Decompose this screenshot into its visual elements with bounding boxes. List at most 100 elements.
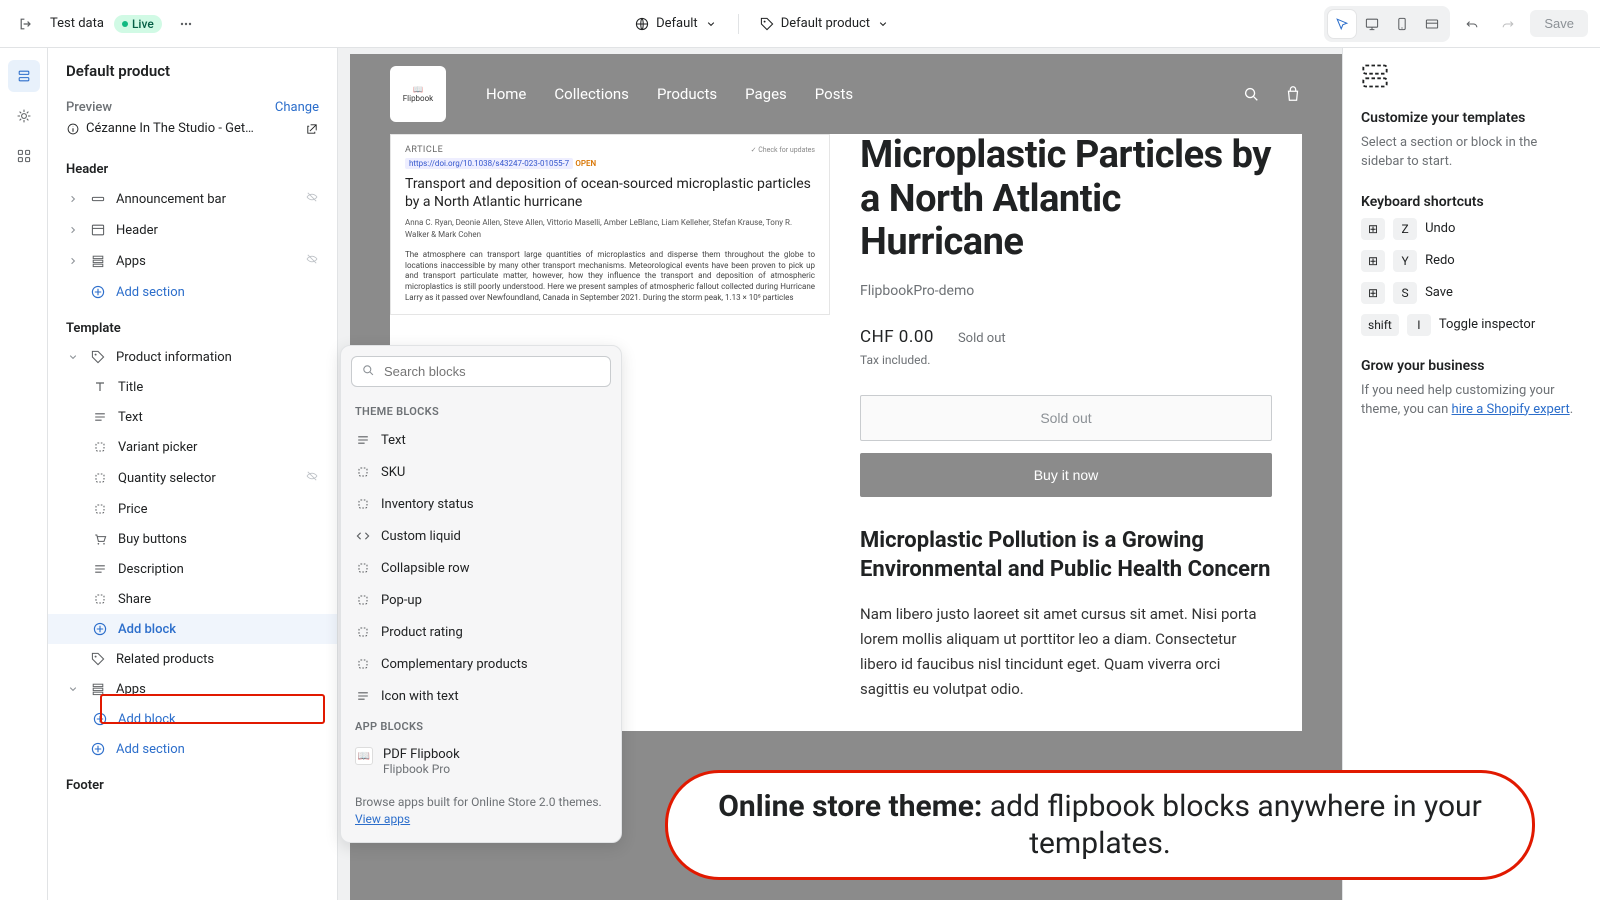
title-icon bbox=[92, 379, 108, 395]
store-nav-pages[interactable]: Pages bbox=[745, 85, 787, 103]
rpanel-desc-customize: Select a section or block in the sidebar… bbox=[1361, 134, 1582, 172]
tag-icon bbox=[759, 16, 775, 32]
fullwidth-preview-button[interactable] bbox=[1418, 10, 1446, 38]
sidebar-item-apps[interactable]: Apps bbox=[48, 674, 337, 704]
store-cart-icon[interactable] bbox=[1284, 85, 1302, 103]
search-icon bbox=[361, 363, 375, 381]
info-icon bbox=[66, 122, 80, 136]
buy-now-button[interactable]: Buy it now bbox=[860, 453, 1272, 497]
sidebar-block-price[interactable]: Price bbox=[48, 494, 337, 524]
view-apps-link[interactable]: View apps bbox=[355, 812, 410, 826]
sidebar-item-apps-header[interactable]: Apps bbox=[48, 245, 337, 277]
chevron-down-icon bbox=[66, 682, 80, 696]
add-block-product-info[interactable]: Add block bbox=[48, 614, 337, 644]
inspector-toggle[interactable] bbox=[1328, 10, 1356, 38]
sidebar-block-quantity-selector[interactable]: Quantity selector bbox=[48, 462, 337, 494]
tag-icon bbox=[90, 651, 106, 667]
sidebar-item-announcement-bar[interactable]: Announcement bar bbox=[48, 183, 337, 215]
block-option-collapsible-row[interactable]: Collapsible row bbox=[341, 552, 621, 584]
add-section-header[interactable]: Add section bbox=[48, 277, 337, 307]
chevron-down-icon bbox=[66, 350, 80, 364]
tax-label: Tax included. bbox=[860, 353, 1272, 367]
store-logo[interactable]: 📖Flipbook bbox=[390, 66, 446, 122]
code-icon bbox=[355, 528, 371, 544]
template-group-label: Template bbox=[48, 307, 337, 342]
plus-circle-icon bbox=[92, 711, 108, 727]
block-option-pop-up[interactable]: Pop-up bbox=[341, 584, 621, 616]
store-search-icon[interactable] bbox=[1242, 85, 1260, 103]
product-info-column: Microplastic Particles by a North Atlant… bbox=[830, 134, 1302, 731]
product-price: CHF 0.00 bbox=[860, 327, 934, 347]
variant-icon bbox=[92, 501, 108, 517]
block-option-inventory-status[interactable]: Inventory status bbox=[341, 488, 621, 520]
block-option-sku[interactable]: SKU bbox=[341, 456, 621, 488]
block-option-icon-with-text[interactable]: Icon with text bbox=[341, 680, 621, 712]
preview-label: Preview bbox=[66, 100, 112, 115]
flipbook-app-icon: 📖 bbox=[355, 747, 373, 765]
preview-item[interactable]: Cézanne In The Studio - Get… bbox=[48, 117, 337, 148]
soldout-button[interactable]: Sold out bbox=[860, 395, 1272, 441]
store-nav-home[interactable]: Home bbox=[486, 85, 526, 103]
save-button[interactable]: Save bbox=[1530, 10, 1588, 37]
chevron-down-icon bbox=[704, 17, 718, 31]
store-nav-products[interactable]: Products bbox=[657, 85, 717, 103]
preview-change-link[interactable]: Change bbox=[275, 100, 319, 115]
store-header: 📖Flipbook Home Collections Products Pages Po… bbox=[350, 54, 1342, 134]
rpanel-heading-grow: Grow your business bbox=[1361, 358, 1582, 374]
sidebar-item-header[interactable]: Header bbox=[48, 215, 337, 245]
block-option-product-rating[interactable]: Product rating bbox=[341, 616, 621, 648]
sidebar-block-share[interactable]: Share bbox=[48, 584, 337, 614]
block-option-text[interactable]: Text bbox=[341, 424, 621, 456]
sidebar-item-product-information[interactable]: Product information bbox=[48, 342, 337, 372]
locale-dropdown[interactable]: Default bbox=[626, 12, 726, 36]
rail-apps-button[interactable] bbox=[8, 140, 40, 172]
rpanel-desc-grow: If you need help customizing your theme,… bbox=[1361, 382, 1582, 420]
rail-settings-button[interactable] bbox=[8, 100, 40, 132]
redo-button[interactable] bbox=[1494, 10, 1522, 38]
add-block-apps[interactable]: Add block bbox=[48, 704, 337, 734]
sidebar-block-text[interactable]: Text bbox=[48, 402, 337, 432]
stack-icon bbox=[90, 681, 106, 697]
theme-blocks-label: THEME BLOCKS bbox=[341, 397, 621, 424]
tag-icon bbox=[90, 349, 106, 365]
block-option-complementary-products[interactable]: Complementary products bbox=[341, 648, 621, 680]
product-title: Microplastic Particles by a North Atlant… bbox=[860, 134, 1272, 265]
mobile-preview-button[interactable] bbox=[1388, 10, 1416, 38]
app-blocks-label: APP BLOCKS bbox=[341, 712, 621, 739]
sidebar-block-description[interactable]: Description bbox=[48, 554, 337, 584]
text-icon bbox=[92, 561, 108, 577]
hidden-icon bbox=[305, 252, 319, 266]
more-menu-button[interactable] bbox=[172, 10, 200, 38]
topbar: Test data Live Default Default product S… bbox=[0, 0, 1600, 48]
search-blocks-input[interactable] bbox=[351, 356, 611, 387]
plus-circle-icon bbox=[90, 741, 106, 757]
desktop-preview-button[interactable] bbox=[1358, 10, 1386, 38]
rail-sections-button[interactable] bbox=[8, 60, 40, 92]
store-nav: Home Collections Products Pages Posts bbox=[486, 85, 853, 103]
block-option-custom-liquid[interactable]: Custom liquid bbox=[341, 520, 621, 552]
exit-editor-button[interactable] bbox=[12, 10, 40, 38]
hire-expert-link[interactable]: hire a Shopify expert bbox=[1452, 402, 1570, 417]
left-rail bbox=[0, 48, 48, 900]
sidebar-block-variant-picker[interactable]: Variant picker bbox=[48, 432, 337, 462]
template-dropdown[interactable]: Default product bbox=[751, 12, 898, 36]
soldout-label: Sold out bbox=[958, 331, 1006, 346]
undo-button[interactable] bbox=[1458, 10, 1486, 38]
store-nav-posts[interactable]: Posts bbox=[815, 85, 853, 103]
sidebar: Default product Preview Change Cézanne I… bbox=[48, 48, 338, 900]
variant-icon bbox=[355, 560, 371, 576]
text-icon bbox=[92, 409, 108, 425]
add-section-template[interactable]: Add section bbox=[48, 734, 337, 764]
variant-icon bbox=[92, 591, 108, 607]
shortcut-toggle-inspector: shiftIToggle inspector bbox=[1361, 314, 1582, 336]
device-preview-group bbox=[1324, 6, 1450, 42]
header-group-label: Header bbox=[48, 148, 337, 183]
sidebar-block-buy-buttons[interactable]: Buy buttons bbox=[48, 524, 337, 554]
test-data-label: Test data bbox=[50, 16, 104, 31]
store-nav-collections[interactable]: Collections bbox=[554, 85, 629, 103]
sidebar-item-related-products[interactable]: Related products bbox=[48, 644, 337, 674]
sidebar-block-title[interactable]: Title bbox=[48, 372, 337, 402]
app-block-pdf-flipbook[interactable]: 📖 PDF Flipbook Flipbook Pro bbox=[341, 739, 621, 784]
chevron-right-icon bbox=[66, 254, 80, 268]
chevron-right-icon bbox=[66, 223, 80, 237]
